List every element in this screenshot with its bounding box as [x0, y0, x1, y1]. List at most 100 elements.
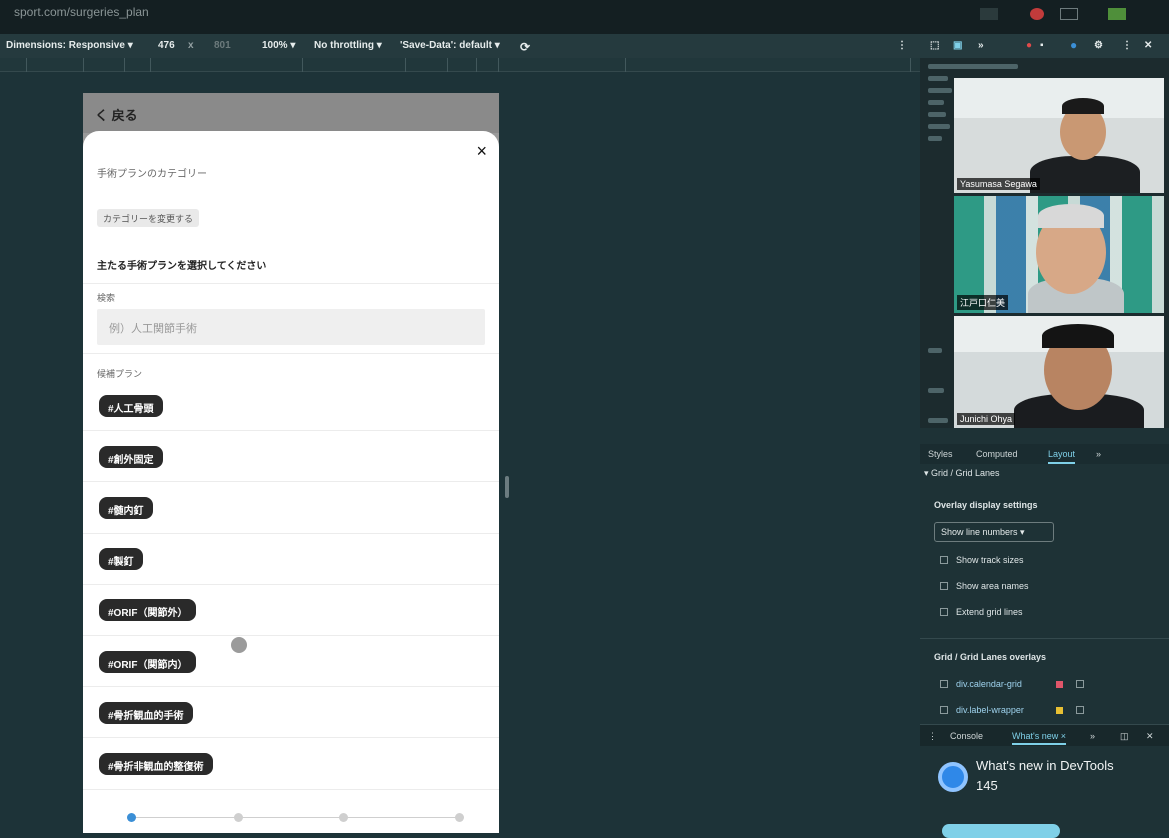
- whats-new-title: What's new in DevTools: [976, 758, 1114, 773]
- tab-more[interactable]: »: [1096, 449, 1101, 459]
- line-numbers-select[interactable]: Show line numbers ▾: [934, 522, 1054, 542]
- plan-chip[interactable]: #ORIF（関節外）: [99, 599, 197, 621]
- tab-computed[interactable]: Computed: [976, 449, 1018, 459]
- area-names-checkbox[interactable]: [940, 582, 948, 590]
- divider: [83, 635, 499, 636]
- divider: [83, 584, 499, 585]
- overlay-settings-heading: Overlay display settings: [934, 500, 1038, 510]
- divider: [920, 638, 1169, 639]
- device-toolbar: Dimensions: Responsive ▾ 476 x 801 100% …: [0, 34, 1169, 58]
- search-input[interactable]: 例）人工関節手術: [97, 309, 485, 345]
- record-icon[interactable]: [1030, 8, 1044, 20]
- error-count-icon[interactable]: ●: [1026, 40, 1032, 51]
- height-input[interactable]: 801: [214, 40, 231, 51]
- overlay-checkbox[interactable]: [940, 706, 948, 714]
- close-drawer-icon[interactable]: ✕: [1146, 731, 1154, 742]
- plan-chip[interactable]: #人工骨頭: [99, 395, 163, 417]
- rotate-icon[interactable]: ⟳: [520, 40, 530, 54]
- overlays-heading: Grid / Grid Lanes overlays: [934, 652, 1047, 662]
- overlay-checkbox[interactable]: [940, 680, 948, 688]
- url-text[interactable]: sport.com/surgeries_plan: [14, 5, 149, 19]
- participant-name: Yasumasa Segawa: [957, 178, 1040, 190]
- overlay-color-swatch[interactable]: [1056, 681, 1063, 688]
- maximize-icon[interactable]: [1060, 8, 1078, 20]
- highlight-icon[interactable]: [1076, 706, 1084, 714]
- tab-more[interactable]: »: [1090, 731, 1095, 741]
- highlight-icon[interactable]: [1076, 680, 1084, 688]
- grid-section-header[interactable]: ▾ Grid / Grid Lanes: [924, 468, 1000, 479]
- more-tabs-icon[interactable]: »: [978, 40, 984, 51]
- back-button[interactable]: く 戻る: [95, 105, 138, 124]
- close-devtools-icon[interactable]: ✕: [1144, 40, 1152, 51]
- device-mode-icon[interactable]: ▣: [953, 40, 962, 51]
- video-tile: Yasumasa Segawa: [954, 78, 1164, 193]
- divider: [83, 533, 499, 534]
- times-sign: x: [188, 40, 194, 51]
- participant-name: 江戸口仁美: [957, 295, 1009, 310]
- main-prompt: 主たる手術プランを選択してください: [97, 261, 267, 272]
- tab-whats-new[interactable]: What's new ×: [1012, 731, 1066, 745]
- overlay-label[interactable]: div.calendar-grid: [956, 679, 1022, 689]
- category-title: 手術プランのカテゴリー: [97, 169, 207, 180]
- plan-chip[interactable]: #骨折観血的手術: [99, 702, 193, 724]
- divider: [83, 789, 499, 790]
- devtools-panel: Yasumasa Segawa 江戸口仁美 Junichi Ohya Style…: [920, 58, 1169, 838]
- device-ruler: [0, 58, 920, 72]
- inspect-icon[interactable]: ⬚: [930, 40, 939, 51]
- warning-icon[interactable]: ▪: [1040, 40, 1044, 51]
- video-tile: 江戸口仁美: [954, 196, 1164, 313]
- divider: [83, 283, 499, 284]
- touch-cursor: [231, 637, 247, 653]
- overlay-color-swatch[interactable]: [1056, 707, 1063, 714]
- throttle-dropdown[interactable]: No throttling ▾: [314, 40, 382, 51]
- plan-chip[interactable]: #髄内釘: [99, 497, 153, 519]
- dimensions-dropdown[interactable]: Dimensions: Responsive ▾: [6, 40, 133, 51]
- window-button-icon[interactable]: [980, 8, 998, 20]
- progress-step-active: [127, 813, 136, 822]
- plan-chip[interactable]: #製釘: [99, 548, 143, 570]
- elements-tree: Yasumasa Segawa 江戸口仁美 Junichi Ohya: [920, 58, 1169, 428]
- divider: [83, 430, 499, 431]
- settings-icon[interactable]: ⚙: [1094, 40, 1103, 51]
- close-icon[interactable]: ×: [476, 141, 487, 162]
- track-sizes-checkbox[interactable]: [940, 556, 948, 564]
- kebab-icon[interactable]: ⋮: [1122, 40, 1132, 51]
- savedata-dropdown[interactable]: 'Save-Data': default ▾: [400, 40, 500, 51]
- divider: [83, 353, 499, 354]
- video-tile: Junichi Ohya: [954, 316, 1164, 428]
- tab-layout[interactable]: Layout: [1048, 449, 1076, 464]
- app-icon[interactable]: [1108, 8, 1126, 20]
- progress-step: [455, 813, 464, 822]
- width-input[interactable]: 476: [158, 40, 175, 51]
- plan-chip[interactable]: #創外固定: [99, 446, 163, 468]
- whats-new-panel: What's new in DevTools 145: [920, 746, 1169, 838]
- devtools-subtabs: Styles Computed Layout »: [920, 444, 1169, 464]
- plan-chip[interactable]: #骨折非観血的整復術: [99, 753, 213, 775]
- drawer-menu-icon[interactable]: ⋮: [928, 731, 937, 742]
- checkbox-label: Show track sizes: [956, 555, 1024, 565]
- device-viewport: く 戻る × 手術プランのカテゴリー カテゴリーを変更する 主たる手術プランを選…: [83, 93, 499, 833]
- dock-icon[interactable]: ◫: [1120, 731, 1129, 742]
- candidate-label: 候補プラン: [97, 369, 143, 379]
- zoom-dropdown[interactable]: 100% ▾: [262, 40, 295, 51]
- progress-step: [234, 813, 243, 822]
- progress-track: [129, 817, 461, 818]
- divider: [83, 737, 499, 738]
- extend-lines-checkbox[interactable]: [940, 608, 948, 616]
- change-category-button[interactable]: カテゴリーを変更する: [97, 209, 200, 227]
- highlights-button[interactable]: [942, 824, 1060, 838]
- plan-selection-sheet: × 手術プランのカテゴリー カテゴリーを変更する 主たる手術プランを選択してくだ…: [83, 131, 499, 833]
- issues-icon[interactable]: ●: [1070, 38, 1077, 52]
- back-bar: く 戻る: [83, 93, 499, 133]
- more-options-icon[interactable]: ⋮: [897, 40, 907, 51]
- overlay-label[interactable]: div.label-wrapper: [956, 705, 1024, 715]
- divider: [83, 481, 499, 482]
- drawer-tabs: ⋮ Console What's new × » ◫ ✕: [920, 724, 1169, 746]
- tab-console[interactable]: Console: [950, 731, 983, 741]
- layout-pane: ▾ Grid / Grid Lanes Overlay display sett…: [920, 464, 1169, 724]
- checkbox-label: Extend grid lines: [956, 607, 1023, 617]
- participant-name: Junichi Ohya: [957, 413, 1016, 425]
- plan-chip[interactable]: #ORIF（関節内）: [99, 651, 197, 673]
- tab-styles[interactable]: Styles: [928, 449, 953, 459]
- resize-handle[interactable]: [505, 476, 509, 498]
